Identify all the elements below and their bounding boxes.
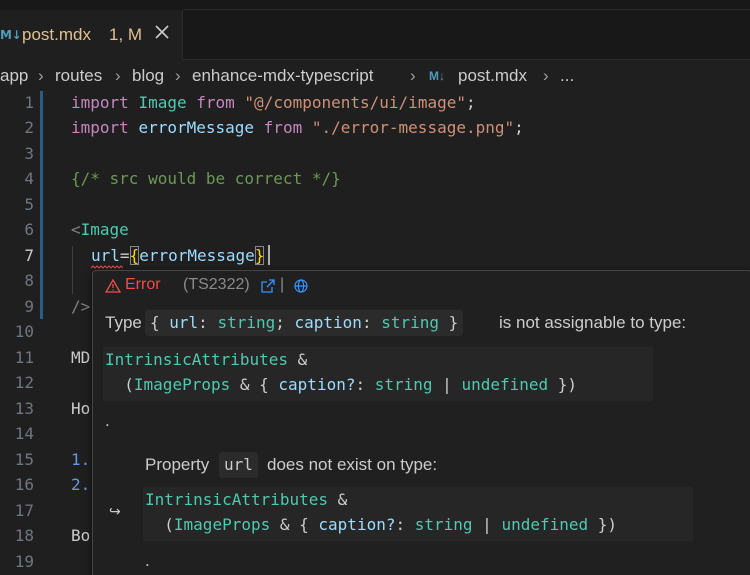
- line-number: 14: [14, 424, 34, 443]
- code-line-2: import errorMessage from "./error-messag…: [71, 118, 524, 137]
- property-chip: url: [219, 452, 258, 478]
- period: .: [145, 551, 150, 570]
- close-icon[interactable]: [152, 22, 172, 42]
- text-cursor: [268, 245, 270, 265]
- code-line-7: url={errorMessage}: [91, 246, 265, 265]
- breadcrumb-item-app[interactable]: app: [0, 66, 28, 86]
- chevron-right-icon: ›: [38, 66, 44, 85]
- globe-icon[interactable]: [293, 278, 309, 294]
- code-line-6: <Image: [71, 220, 129, 239]
- tab-problem-badge: 1, M: [109, 25, 143, 44]
- line-number: 1: [24, 93, 34, 112]
- breadcrumb-item-symbols[interactable]: ...: [560, 66, 574, 86]
- line-number: 2: [24, 118, 34, 137]
- tab-post-mdx[interactable]: M↓ post.mdx 1, M: [0, 10, 183, 60]
- property-label: Property: [145, 455, 210, 474]
- breadcrumb-item-routes[interactable]: routes: [55, 66, 102, 86]
- line-number: 4: [24, 169, 34, 188]
- line-number: 10: [14, 322, 34, 341]
- tab-bar-empty: [183, 0, 750, 10]
- line-number: 15: [14, 450, 34, 469]
- code-line-18: Bo: [71, 526, 91, 545]
- breadcrumb: app › routes › blog › enhance-mdx-typesc…: [0, 62, 750, 90]
- nested-arrow-icon: ↪: [109, 504, 121, 520]
- code-line-4: {/* src would be correct */}: [71, 169, 341, 188]
- tab-filename: post.mdx: [22, 25, 91, 44]
- line-number: 16: [14, 475, 34, 494]
- code-line-16: 2.: [71, 475, 91, 494]
- open-external-icon[interactable]: [260, 278, 276, 294]
- code-line-15: 1.: [71, 450, 91, 469]
- code-line-1: import Image from "@/components/ui/image…: [71, 93, 476, 112]
- line-number: 3: [24, 144, 34, 163]
- warning-triangle-icon: [105, 278, 121, 293]
- line-number: 11: [14, 348, 34, 367]
- line-number: 6: [24, 220, 34, 239]
- line-number: 17: [14, 501, 34, 520]
- error-hover-widget[interactable]: Error (TS2322) | Type { url: string; cap…: [92, 270, 750, 575]
- not-assignable-text: is not assignable to type:: [499, 313, 687, 332]
- type-block-1: IntrinsicAttributes & (ImageProps & { ca…: [103, 347, 653, 401]
- line-number: 9: [24, 297, 34, 316]
- modified-lines-indicator: [40, 91, 43, 319]
- type-chip: { url: string; caption: string }: [145, 310, 464, 336]
- error-squiggle: [91, 265, 123, 269]
- line-number: 19: [14, 552, 34, 571]
- mdx-file-icon: M↓: [0, 28, 22, 42]
- error-code: (TS2322): [183, 276, 250, 293]
- period: .: [105, 411, 110, 430]
- type-label: Type: [105, 313, 142, 332]
- mdx-file-icon: M↓: [429, 69, 445, 83]
- chevron-right-icon: ›: [175, 66, 181, 85]
- error-title: Error: [125, 276, 161, 293]
- not-exist-text: does not exist on type:: [267, 455, 438, 474]
- chevron-right-icon: ›: [115, 66, 121, 85]
- type-block-2: IntrinsicAttributes & (ImageProps & { ca…: [143, 487, 693, 541]
- line-number: 12: [14, 373, 34, 392]
- breadcrumb-item-file[interactable]: post.mdx: [458, 66, 527, 86]
- line-number: 8: [24, 271, 34, 290]
- line-number: 18: [14, 526, 34, 545]
- tab-bar: M↓ post.mdx 1, M: [0, 0, 750, 60]
- code-line-11: MD: [71, 348, 91, 367]
- breadcrumb-item-folder[interactable]: enhance-mdx-typescript: [192, 66, 373, 86]
- code-line-13: Ho: [71, 399, 91, 418]
- line-number: 5: [24, 195, 34, 214]
- line-number-active: 7: [24, 246, 34, 265]
- code-line-9: />: [71, 297, 91, 316]
- header-separator: |: [280, 276, 285, 293]
- breadcrumb-item-blog[interactable]: blog: [132, 66, 164, 86]
- indent-guide: [72, 246, 73, 294]
- line-number: 13: [14, 399, 34, 418]
- chevron-right-icon: ›: [543, 66, 549, 85]
- chevron-right-icon: ›: [410, 66, 416, 85]
